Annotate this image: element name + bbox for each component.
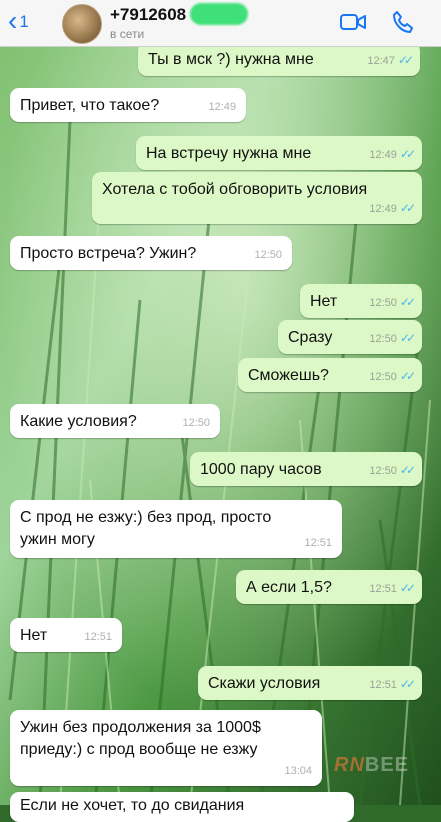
message-time: 12:51 xyxy=(369,679,397,691)
message-bubble[interactable]: Привет, что такое? 12:49 xyxy=(10,88,246,122)
message-time: 12:49 xyxy=(369,149,397,161)
message-text-line-2: ужин могу xyxy=(20,531,95,548)
message-text: Привет, что такое? xyxy=(20,97,160,114)
message-text: Нет xyxy=(310,293,338,310)
video-call-icon[interactable] xyxy=(340,12,366,32)
message-text: Скажи условия xyxy=(208,675,321,692)
message-bubble[interactable]: Просто встреча? Ужин? 12:50 xyxy=(10,236,292,270)
contact-phone[interactable]: +7912608 xyxy=(110,5,186,25)
message-time: 12:50 xyxy=(369,371,397,383)
message-bubble[interactable]: Ужин без продолжения за 1000$ приеду:) с… xyxy=(10,710,322,786)
message-bubble[interactable]: Скажи условия 12:51 ✓✓ xyxy=(198,666,422,700)
message-text: Если не хочет, то до свидания xyxy=(20,797,245,814)
message-time: 12:50 xyxy=(369,297,397,309)
message-bubble[interactable]: Сможешь? 12:50 ✓✓ xyxy=(238,358,422,392)
read-ticks-icon: ✓✓ xyxy=(399,201,416,215)
back-button[interactable]: ‹ 1 xyxy=(8,7,29,36)
read-ticks-icon: ✓✓ xyxy=(399,369,416,383)
message-bubble[interactable]: А если 1,5? 12:51 ✓✓ xyxy=(236,570,422,604)
avatar[interactable] xyxy=(62,4,102,44)
redaction-blur xyxy=(190,3,248,25)
read-ticks-icon: ✓✓ xyxy=(397,53,414,67)
message-text-line-1: Ужин без продолжения за 1000$ xyxy=(20,719,261,736)
message-time: 12:51 xyxy=(369,583,397,595)
message-bubble[interactable]: Если не хочет, то до свидания xyxy=(10,792,354,822)
message-time: 12:49 xyxy=(369,203,397,215)
read-ticks-icon: ✓✓ xyxy=(399,581,416,595)
message-bubble[interactable]: 1000 пару часов 12:50 ✓✓ xyxy=(190,452,422,486)
message-time: 12:50 xyxy=(254,249,282,261)
message-text: А если 1,5? xyxy=(246,579,332,596)
read-ticks-icon: ✓✓ xyxy=(399,677,416,691)
message-time: 12:50 xyxy=(369,333,397,345)
message-bubble[interactable]: Нет 12:50 ✓✓ xyxy=(300,284,422,318)
message-time: 12:49 xyxy=(208,101,236,113)
message-text: На встречу нужна мне xyxy=(146,145,312,162)
message-bubble[interactable]: На встречу нужна мне 12:49 ✓✓ xyxy=(136,136,422,170)
message-time: 12:50 xyxy=(369,465,397,477)
message-time: 12:50 xyxy=(182,417,210,429)
message-text: Ты в мск ?) нужна мне xyxy=(148,51,314,68)
message-text: Просто встреча? Ужин? xyxy=(20,245,197,262)
read-ticks-icon: ✓✓ xyxy=(399,331,416,345)
message-bubble[interactable]: Ты в мск ?) нужна мне 12:47 ✓✓ xyxy=(138,42,420,76)
message-text: Хотела с тобой обговорить условия xyxy=(102,181,368,198)
message-text-line-2: приеду:) с прод вообще не езжу xyxy=(20,741,258,758)
message-text: 1000 пару часов xyxy=(200,461,322,478)
message-bubble[interactable]: Какие условия? 12:50 xyxy=(10,404,220,438)
unread-count: 1 xyxy=(19,12,29,31)
message-text: Какие условия? xyxy=(20,413,137,430)
read-ticks-icon: ✓✓ xyxy=(399,295,416,309)
read-ticks-icon: ✓✓ xyxy=(399,463,416,477)
message-text-line-1: С прод не езжу:) без прод, просто xyxy=(20,509,272,526)
message-bubble[interactable]: Сразу 12:50 ✓✓ xyxy=(278,320,422,354)
message-time: 12:47 xyxy=(367,55,395,67)
message-text: Нет xyxy=(20,627,48,644)
message-bubble[interactable]: С прод не езжу:) без прод, просто ужин м… xyxy=(10,500,342,558)
contact-status: в сети xyxy=(110,27,145,41)
message-time: 13:04 xyxy=(284,765,312,777)
phone-call-icon[interactable] xyxy=(392,10,414,34)
read-ticks-icon: ✓✓ xyxy=(399,147,416,161)
message-time: 12:51 xyxy=(84,631,112,643)
chat-header: ‹ 1 +7912608 в сети xyxy=(0,0,441,47)
message-bubble[interactable]: Нет 12:51 xyxy=(10,618,122,652)
message-text: Сможешь? xyxy=(248,367,329,384)
message-time: 12:51 xyxy=(304,537,332,549)
watermark-logo: RNBEE xyxy=(334,754,410,776)
message-bubble[interactable]: Хотела с тобой обговорить условия 12:49 ✓… xyxy=(92,172,422,224)
message-text: Сразу xyxy=(288,329,333,346)
chevron-left-icon: ‹ xyxy=(8,5,18,36)
